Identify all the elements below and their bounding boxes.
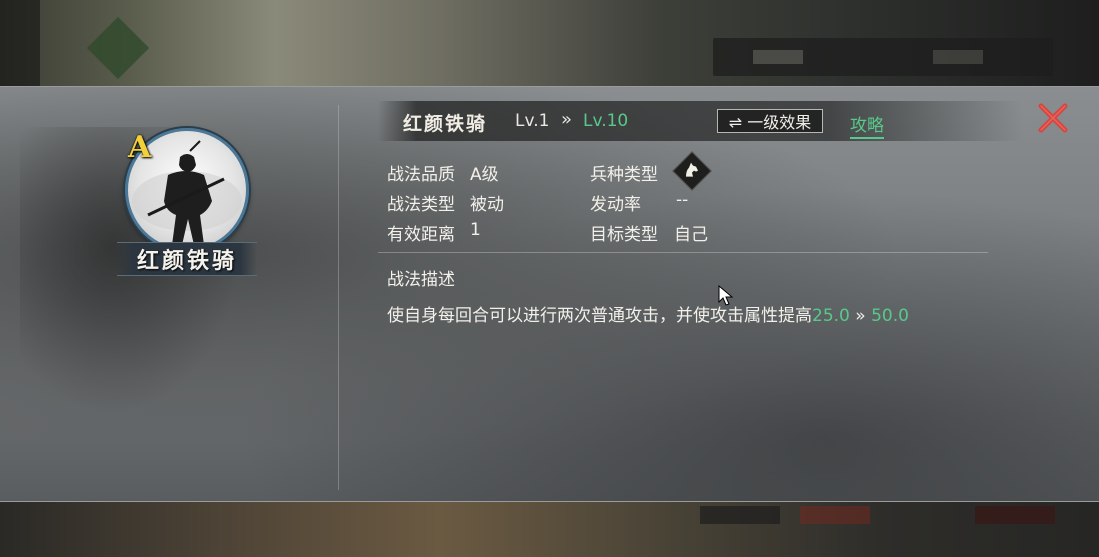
range-value: 1 [470,220,481,240]
target-type-label: 目标类型 [590,225,658,245]
skill-grade-badge: A [128,130,152,165]
skill-name-plate: 红颜铁骑 [117,242,257,276]
background-sidebar [0,0,40,86]
quality-label: 战法品质 [387,165,455,185]
description-body: 使自身每回合可以进行两次普通攻击，并使攻击属性提高 [387,306,812,326]
level-max: Lv.10 [583,111,629,131]
skill-title: 红颜铁骑 [403,113,488,135]
background-scene-bottom [0,500,1099,557]
target-type-value: 自己 [674,225,708,245]
description-arrow: » [849,306,872,326]
skill-type-value: 被动 [470,195,504,215]
vertical-divider [338,105,339,490]
skill-type-label: 战法类型 [387,195,455,215]
background-button [800,506,870,524]
background-button [975,506,1055,524]
quality-value: A级 [470,165,499,185]
trigger-rate-value: -- [676,190,689,210]
description-value-to: 50.0 [871,306,909,326]
level-arrow-icon: » [561,109,573,130]
background-tabbar [713,38,1053,76]
background-scene-top [0,0,1099,86]
section-divider [378,252,988,253]
trigger-rate-label: 发动率 [590,195,641,215]
background-tab [933,50,983,64]
range-label: 有效距离 [387,225,455,245]
close-icon[interactable] [1036,101,1070,135]
background-tab [753,50,803,64]
level-current: Lv.1 [515,111,550,131]
guide-link[interactable]: 攻略 [850,111,884,139]
level-effect-toggle-button[interactable]: ⇌ 一级效果 [717,109,823,133]
description-title: 战法描述 [387,270,455,290]
troop-type-label: 兵种类型 [590,165,658,185]
description-value-from: 25.0 [812,306,850,326]
background-emblem [86,16,150,80]
background-button [700,506,780,524]
description-text: 使自身每回合可以进行两次普通攻击，并使攻击属性提高25.0 » 50.0 [387,301,909,326]
mouse-cursor-icon [718,284,734,311]
